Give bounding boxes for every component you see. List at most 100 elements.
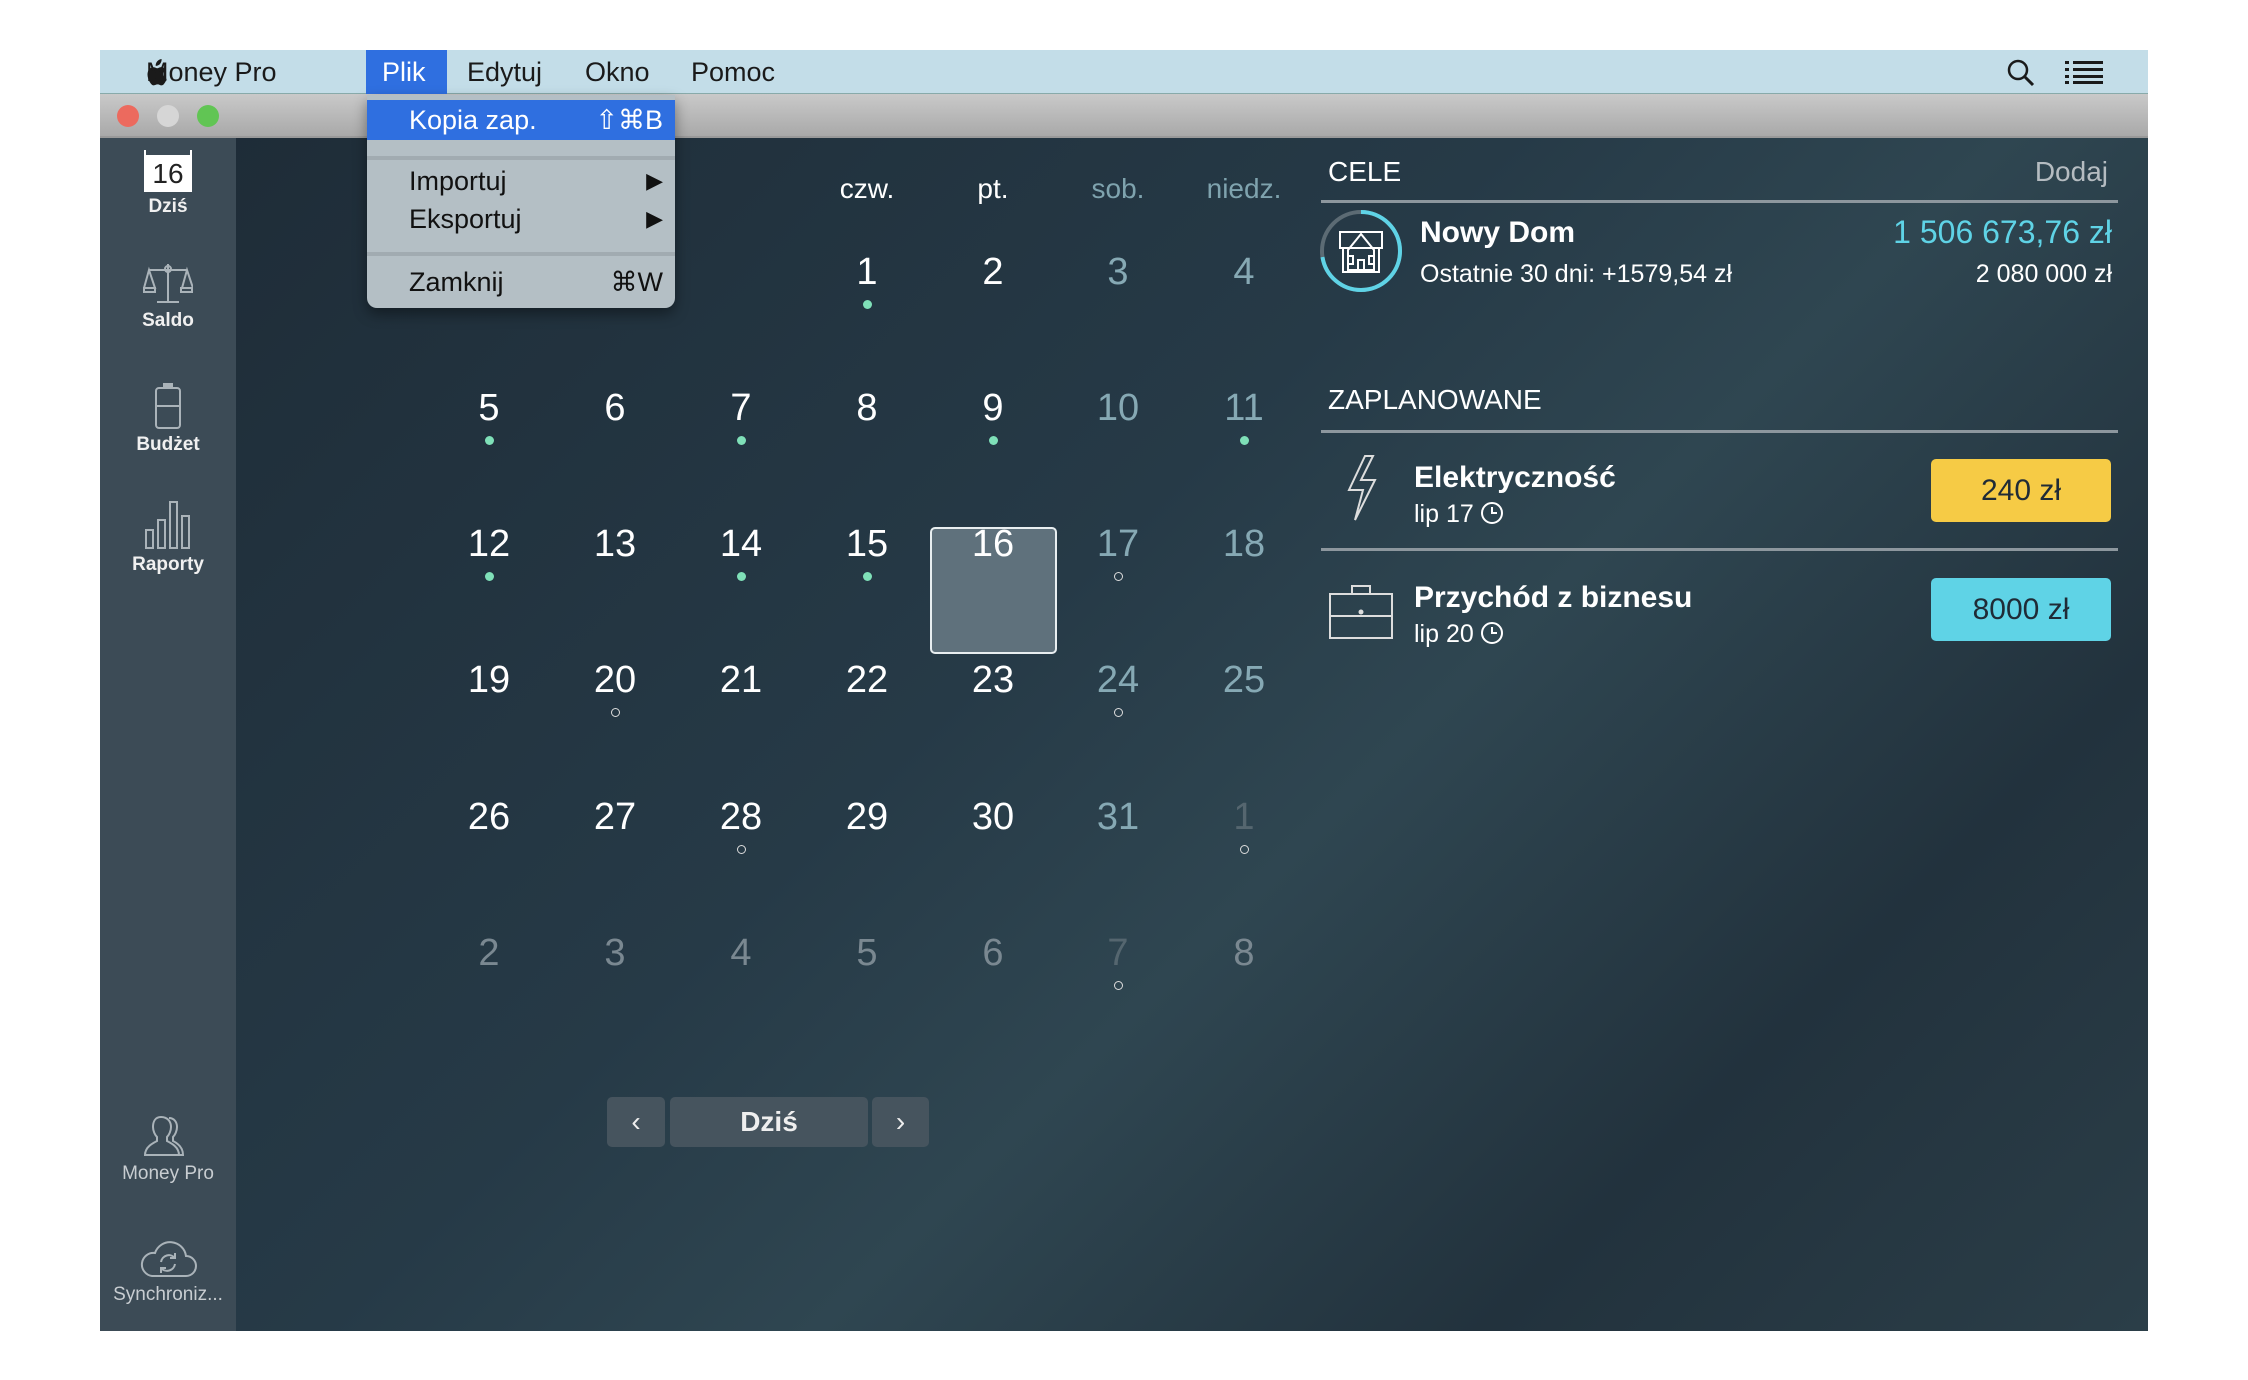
menu-bar: Money Pro Plik Edytuj Okno Pomoc xyxy=(100,50,2148,94)
sidebar-item-saldo[interactable]: Saldo xyxy=(100,260,236,332)
sidebar-item-budzet[interactable]: Budżet xyxy=(100,382,236,456)
add-goal-button[interactable]: Dodaj xyxy=(2035,156,2108,188)
day-cell[interactable]: 25 xyxy=(1184,659,1304,702)
menu-edytuj[interactable]: Edytuj xyxy=(451,50,558,94)
day-number: 18 xyxy=(1222,523,1266,565)
day-cell[interactable]: 8 xyxy=(807,387,927,430)
day-cell[interactable]: 17 xyxy=(1058,523,1178,581)
menu-plik[interactable]: Plik xyxy=(366,50,447,94)
goal-item[interactable]: Nowy Dom Ostatnie 30 dni: +1579,54 zł 1 … xyxy=(1320,208,2118,308)
sidebar-label: Money Pro xyxy=(122,1163,214,1184)
list-icon[interactable] xyxy=(2065,60,2103,84)
scales-icon xyxy=(143,264,193,303)
day-cell[interactable]: 4 xyxy=(1184,251,1304,294)
day-cell[interactable]: 8 xyxy=(1184,932,1304,975)
amount-badge[interactable]: 240 zł xyxy=(1931,459,2111,522)
day-cell[interactable]: 27 xyxy=(555,796,675,839)
menu-item-export[interactable]: Eksportuj ▶ xyxy=(367,199,675,239)
day-number: 16 xyxy=(971,523,1015,565)
day-cell[interactable]: 21 xyxy=(681,659,801,702)
scheduled-date: lip 20 xyxy=(1414,620,1503,649)
scheduled-item[interactable]: Przychód z biznesu lip 20 8000 zł xyxy=(1321,558,2118,666)
goals-heading: CELE xyxy=(1328,156,1402,187)
sidebar-item-raporty[interactable]: Raporty xyxy=(100,500,236,576)
day-cell[interactable]: 24 xyxy=(1058,659,1178,717)
day-number: 5 xyxy=(478,387,500,429)
day-number: 4 xyxy=(730,932,752,974)
transaction-dot xyxy=(862,300,872,309)
day-cell[interactable]: 1 xyxy=(1184,796,1304,854)
prev-month-button[interactable]: ‹ xyxy=(607,1097,665,1147)
weekday-header: sob. xyxy=(1091,173,1145,204)
close-button[interactable] xyxy=(117,105,139,127)
search-icon[interactable] xyxy=(2006,58,2036,88)
day-cell[interactable]: 28 xyxy=(681,796,801,854)
day-cell[interactable]: 2 xyxy=(429,932,549,975)
scheduled-dot xyxy=(736,845,746,854)
day-cell[interactable]: 5 xyxy=(429,387,549,445)
transaction-dot xyxy=(736,436,746,445)
day-cell[interactable]: 19 xyxy=(429,659,549,702)
menu-item-close[interactable]: Zamknij ⌘W xyxy=(367,262,675,302)
day-number: 26 xyxy=(467,796,511,838)
day-cell[interactable]: 2 xyxy=(933,251,1053,294)
day-number: 23 xyxy=(971,659,1015,701)
day-cell[interactable]: 18 xyxy=(1184,523,1304,566)
day-cell[interactable]: 31 xyxy=(1058,796,1178,839)
day-cell-selected[interactable]: 16 xyxy=(933,523,1053,566)
sidebar-item-today[interactable]: 16 Dziś xyxy=(100,150,236,218)
day-cell[interactable]: 6 xyxy=(555,387,675,430)
day-cell[interactable]: 1 xyxy=(807,251,927,309)
day-cell[interactable]: 6 xyxy=(933,932,1053,975)
scheduled-name: Elektryczność xyxy=(1414,461,1616,494)
day-number: 31 xyxy=(1096,796,1140,838)
day-cell[interactable]: 12 xyxy=(429,523,549,581)
zoom-button[interactable] xyxy=(197,105,219,127)
shortcut-label: ⌘W xyxy=(610,267,663,297)
menu-okno[interactable]: Okno xyxy=(569,50,666,94)
menu-item-import[interactable]: Importuj ▶ xyxy=(367,161,675,201)
day-cell[interactable]: 3 xyxy=(555,932,675,975)
chevron-right-icon: › xyxy=(895,1106,906,1137)
day-number: 6 xyxy=(604,387,626,429)
day-cell[interactable]: 20 xyxy=(555,659,675,717)
day-number: 6 xyxy=(982,932,1004,974)
divider xyxy=(1321,200,2118,203)
day-number: 4 xyxy=(1233,251,1255,293)
amount-badge[interactable]: 8000 zł xyxy=(1931,578,2111,641)
menu-app-name[interactable]: Money Pro xyxy=(130,50,293,94)
day-number: 2 xyxy=(982,251,1004,293)
day-cell[interactable]: 26 xyxy=(429,796,549,839)
day-number: 7 xyxy=(730,387,752,429)
transaction-dot xyxy=(862,572,872,581)
day-cell[interactable]: 22 xyxy=(807,659,927,702)
day-cell[interactable]: 15 xyxy=(807,523,927,581)
menu-item-backup[interactable]: Kopia zap. ⇧⌘B xyxy=(367,100,675,140)
minimize-button[interactable] xyxy=(157,105,179,127)
day-cell[interactable]: 30 xyxy=(933,796,1053,839)
transaction-dot xyxy=(736,572,746,581)
today-button[interactable]: Dziś xyxy=(670,1097,868,1147)
day-cell[interactable]: 5 xyxy=(807,932,927,975)
day-cell[interactable]: 3 xyxy=(1058,251,1178,294)
menu-pomoc[interactable]: Pomoc xyxy=(675,50,791,94)
day-cell[interactable]: 7 xyxy=(1058,932,1178,990)
day-cell[interactable]: 23 xyxy=(933,659,1053,702)
day-cell[interactable]: 9 xyxy=(933,387,1053,445)
day-cell[interactable]: 14 xyxy=(681,523,801,581)
next-month-button[interactable]: › xyxy=(872,1097,929,1147)
sidebar-label: Saldo xyxy=(142,310,194,331)
day-cell[interactable]: 4 xyxy=(681,932,801,975)
sidebar-item-sync[interactable]: Synchroniz... xyxy=(100,1236,236,1306)
day-cell[interactable]: 10 xyxy=(1058,387,1178,430)
day-cell[interactable]: 11 xyxy=(1184,387,1304,445)
scheduled-heading: ZAPLANOWANE xyxy=(1328,384,1542,415)
scheduled-item[interactable]: Elektryczność lip 17 240 zł xyxy=(1321,438,2118,546)
day-cell[interactable]: 7 xyxy=(681,387,801,445)
clock-icon xyxy=(1480,502,1503,524)
sidebar-item-money-pro[interactable]: Money Pro xyxy=(100,1113,236,1185)
file-menu-dropdown: Kopia zap. ⇧⌘B Importuj ▶ Eksportuj ▶ Zamkn… xyxy=(367,95,675,308)
day-cell[interactable]: 13 xyxy=(555,523,675,566)
sidebar-label: Budżet xyxy=(136,434,200,455)
day-cell[interactable]: 29 xyxy=(807,796,927,839)
